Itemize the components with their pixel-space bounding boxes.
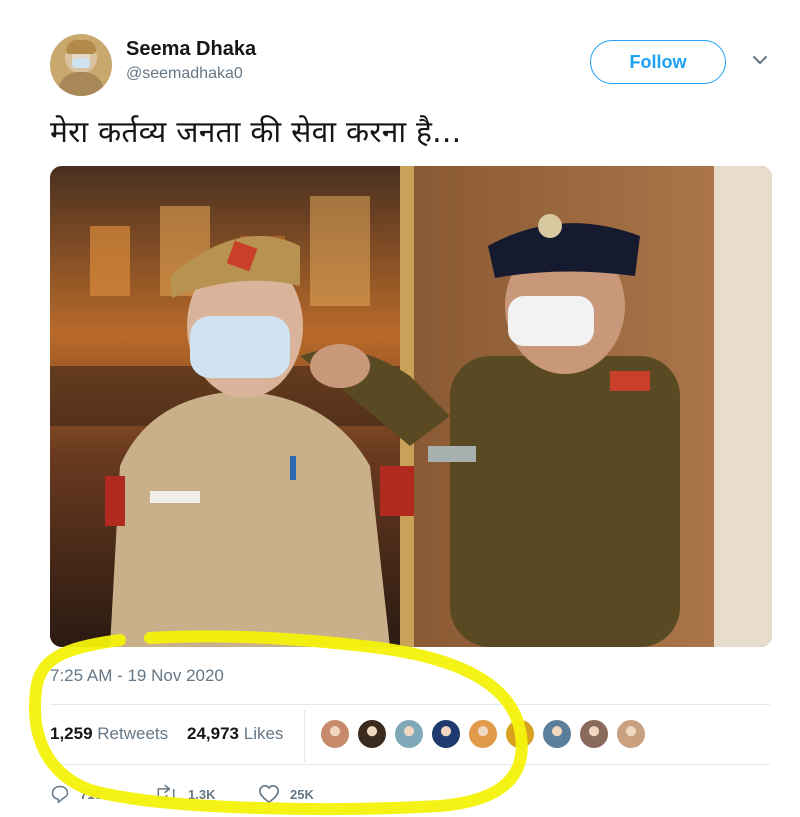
liker-avatar-1[interactable] <box>320 719 350 749</box>
tweet-photo[interactable] <box>50 166 772 647</box>
retweets-label: Retweets <box>97 724 169 743</box>
retweets-stat[interactable]: 1,259 Retweets <box>50 724 168 744</box>
likers-avatars <box>320 719 653 753</box>
reply-count: 716 <box>80 786 102 802</box>
chevron-down-icon[interactable] <box>750 50 770 70</box>
photo-illustration <box>50 166 772 647</box>
follow-button[interactable]: Follow <box>590 40 726 84</box>
liker-avatar-6[interactable] <box>505 719 535 749</box>
heart-icon <box>259 785 279 803</box>
liker-avatar-5[interactable] <box>468 719 498 749</box>
stats-separator <box>304 710 305 762</box>
avatar-mask-shape <box>72 58 90 68</box>
avatar-body-shape <box>58 72 104 96</box>
retweets-count: 1,259 <box>50 724 93 743</box>
tweet-timestamp[interactable]: 7:25 AM - 19 Nov 2020 <box>50 666 224 686</box>
likes-stat[interactable]: 24,973 Likes <box>187 724 283 744</box>
tweet-text: मेरा कर्तव्य जनता की सेवा करना है... <box>50 115 462 150</box>
liker-avatar-9[interactable] <box>616 719 646 749</box>
liker-avatar-7[interactable] <box>542 719 572 749</box>
tweet-header: Seema Dhaka @seemadhaka0 Follow <box>50 34 780 96</box>
reply-button[interactable]: 716 <box>50 784 102 804</box>
retweet-icon <box>157 784 175 804</box>
divider-top <box>50 704 770 705</box>
retweet-button[interactable]: 1.3K <box>154 784 215 804</box>
liker-avatar-3[interactable] <box>394 719 424 749</box>
avatar-cap-shape <box>66 40 96 54</box>
likes-label: Likes <box>243 724 284 743</box>
likes-count: 24,973 <box>187 724 239 743</box>
author-handle[interactable]: @seemadhaka0 <box>126 65 243 83</box>
like-count: 25K <box>290 786 314 802</box>
like-button[interactable]: 25K <box>258 784 314 804</box>
liker-avatar-2[interactable] <box>357 719 387 749</box>
liker-avatar-4[interactable] <box>431 719 461 749</box>
author-name[interactable]: Seema Dhaka <box>126 38 256 61</box>
divider-bottom <box>50 764 770 765</box>
engagement-stats: 1,259 Retweets 24,973 Likes <box>50 710 770 762</box>
retweet-count: 1.3K <box>188 786 216 802</box>
liker-avatar-8[interactable] <box>579 719 609 749</box>
reply-icon <box>51 785 69 804</box>
author-avatar[interactable] <box>50 34 112 96</box>
tweet-actions: 716 1.3K 25K <box>50 780 450 810</box>
